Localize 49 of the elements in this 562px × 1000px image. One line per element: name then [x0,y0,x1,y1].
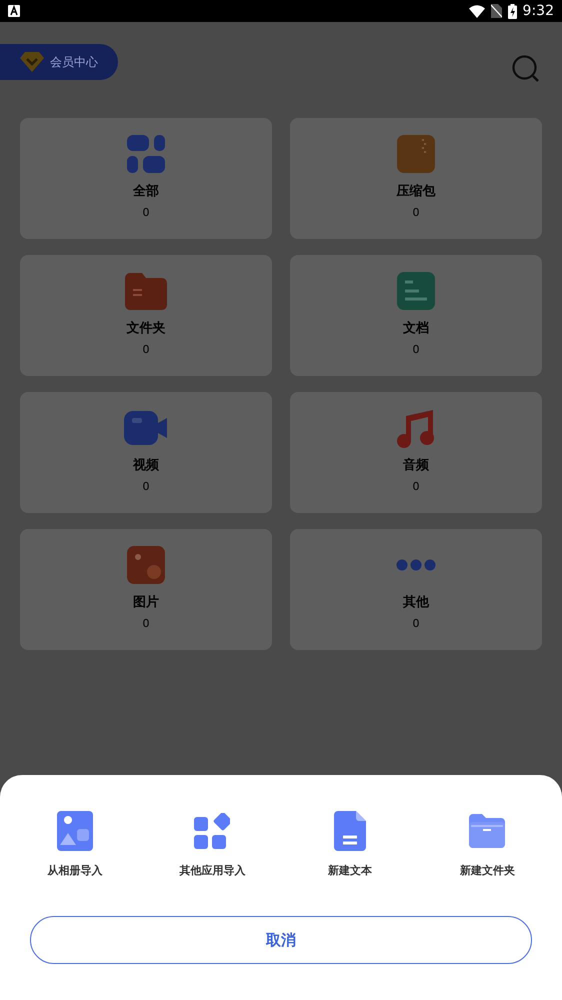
photo-album-icon [56,811,93,851]
category-count: 0 [412,206,420,219]
diamond-icon [20,52,44,72]
status-time: 9:32 [522,3,554,19]
apps-icon [194,813,230,849]
category-card[interactable]: 全部 0 [20,118,272,239]
category-count: 0 [412,343,420,356]
category-count: 0 [142,206,150,219]
music-note-icon [397,408,435,448]
picture-icon [127,546,165,584]
archive-icon [397,135,435,173]
folder-icon [125,272,167,310]
grid-icon [127,135,165,173]
category-card[interactable]: 压缩包 0 [290,118,542,239]
category-count: 0 [142,343,150,356]
category-count: 0 [412,617,420,630]
category-card[interactable]: 视频 0 [20,392,272,513]
category-label: 其他 [403,594,429,611]
document-icon [334,811,366,851]
category-label: 视频 [133,457,159,474]
sheet-action[interactable]: 其他应用导入 [144,811,281,878]
category-card[interactable]: 图片 0 [20,529,272,650]
category-label: 文件夹 [126,320,166,337]
category-card[interactable]: 文档 0 [290,255,542,376]
video-camera-icon [124,411,168,445]
sheet-action[interactable]: 新建文本 [281,811,418,878]
cancel-button[interactable]: 取消 [30,916,532,964]
category-label: 图片 [133,594,159,611]
sheet-action[interactable]: 新建文件夹 [418,811,556,878]
wifi-icon [468,4,485,18]
category-card[interactable]: 文件夹 0 [20,255,272,376]
category-count: 0 [142,617,150,630]
category-label: 音频 [403,456,429,474]
folder-icon [469,814,506,848]
category-card[interactable]: 音频 0 [290,392,542,513]
search-icon [512,54,540,82]
battery-icon [508,4,517,18]
member-center-button[interactable]: 会员中心 [0,44,118,80]
category-label: 文档 [403,320,429,337]
category-label: 压缩包 [396,182,436,200]
no-sim-icon [490,4,502,18]
category-count: 0 [142,480,150,493]
category-count: 0 [412,480,420,493]
notification-icon [8,5,20,17]
category-label: 全部 [133,182,159,200]
sheet-action[interactable]: 从相册导入 [6,811,144,878]
document-icon [397,272,435,310]
more-icon [396,559,436,571]
category-card[interactable]: 其他 0 [290,529,542,650]
